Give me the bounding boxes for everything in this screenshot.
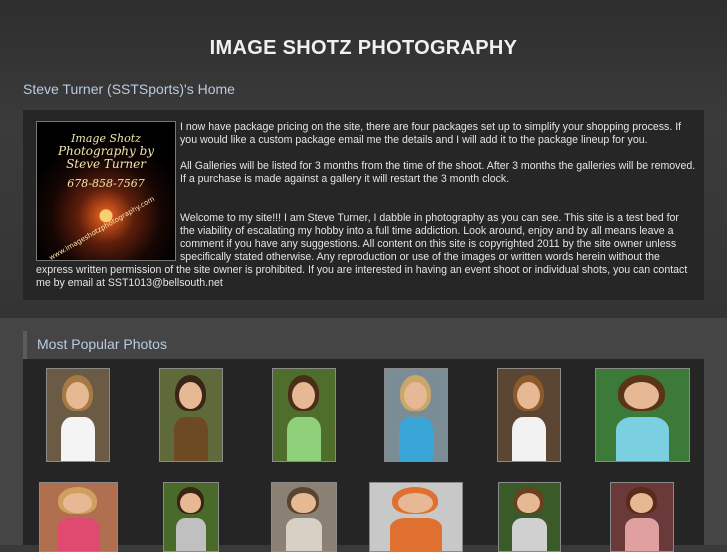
popular-photo-8[interactable] <box>163 482 219 552</box>
site-title[interactable]: IMAGE SHOTZ PHOTOGRAPHY <box>0 37 727 60</box>
popular-photo-6[interactable] <box>595 368 690 462</box>
intro-text: I now have package pricing on the site, … <box>36 121 696 290</box>
popular-photo-11[interactable] <box>498 482 561 552</box>
popular-photo-3[interactable] <box>272 368 336 462</box>
popular-photo-5[interactable] <box>497 368 561 462</box>
popular-photo-7[interactable] <box>39 482 118 552</box>
popular-photos-header: Most Popular Photos <box>23 331 704 359</box>
intro-panel: Image Shotz Photography by Steve Turner … <box>23 110 704 300</box>
popular-photo-4[interactable] <box>384 368 448 462</box>
popular-photo-9[interactable] <box>271 482 337 552</box>
popular-photos-heading: Most Popular Photos <box>37 336 167 352</box>
home-heading: Steve Turner (SSTSports)'s Home <box>23 81 235 97</box>
popular-photo-2[interactable] <box>159 368 223 462</box>
popular-photo-10[interactable] <box>369 482 463 552</box>
popular-photos-grid <box>23 359 704 552</box>
popular-photo-12[interactable] <box>610 482 674 552</box>
popular-photo-1[interactable] <box>46 368 110 462</box>
